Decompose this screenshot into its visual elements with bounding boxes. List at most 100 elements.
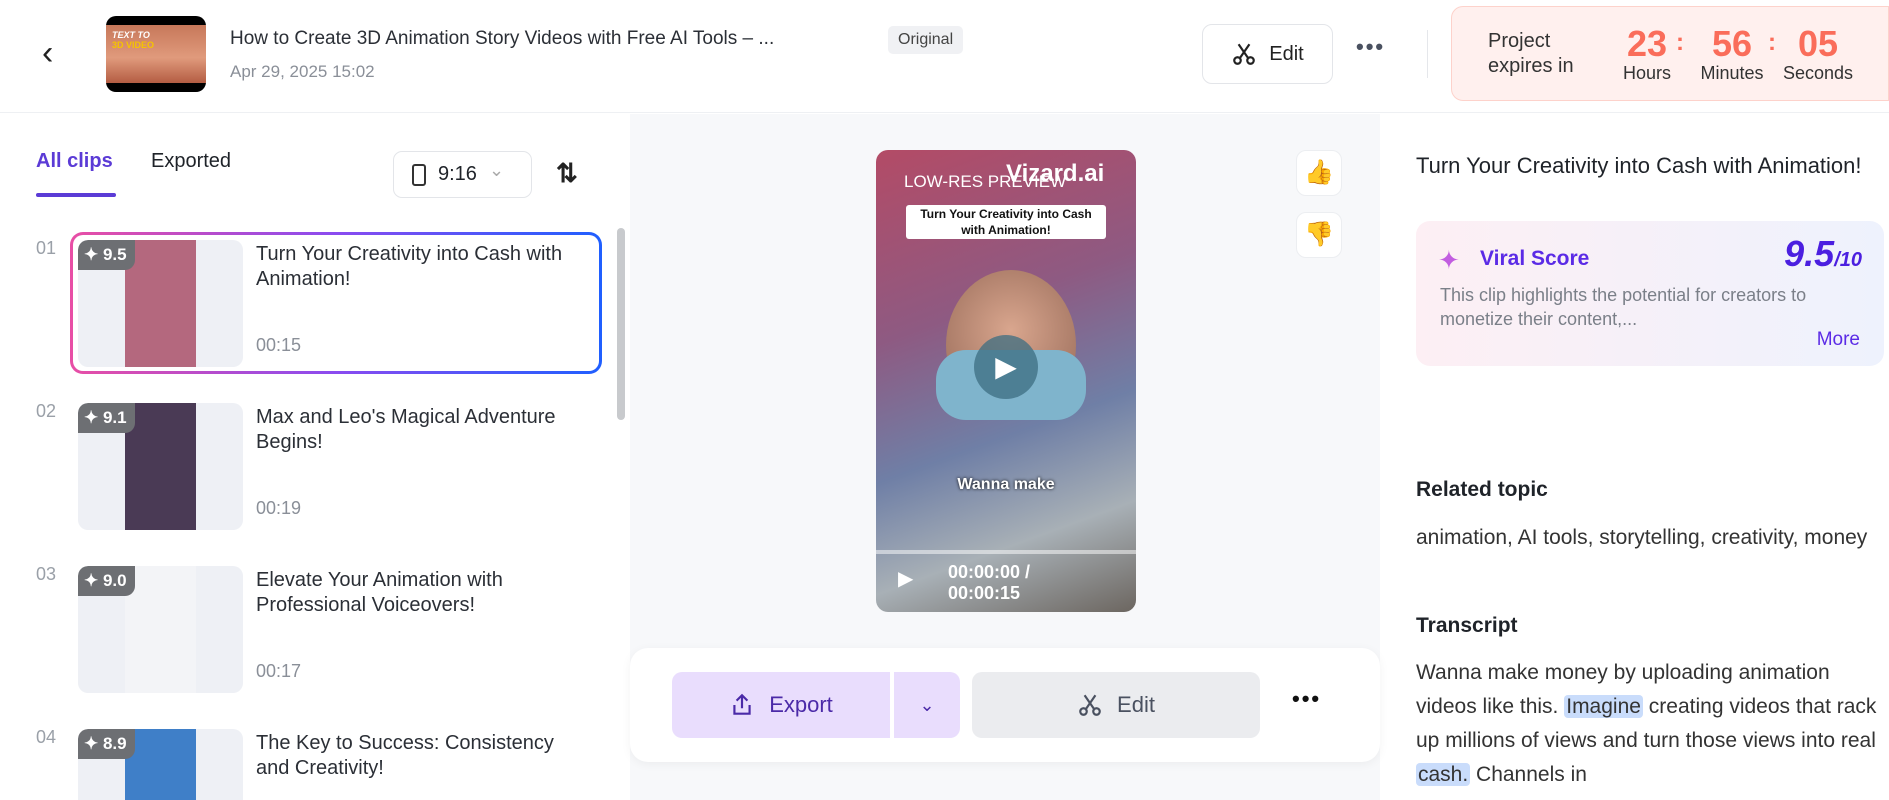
phone-icon xyxy=(412,163,426,186)
back-button[interactable]: ‹ xyxy=(42,36,72,72)
clip-thumbnail: ✦ 8.9 xyxy=(78,729,243,800)
minutes-value: 56 xyxy=(1711,23,1753,64)
hours-value: 23 xyxy=(1626,23,1668,64)
scrollbar[interactable] xyxy=(617,228,625,420)
clip-image xyxy=(125,403,196,530)
score-max: /10 xyxy=(1834,249,1862,271)
transcript-text: Wanna make money by uploading animation … xyxy=(1416,656,1881,792)
seconds-label: Seconds xyxy=(1782,63,1854,83)
original-badge: Original xyxy=(888,26,964,54)
play-icon[interactable]: ▶ xyxy=(974,335,1038,399)
watermark: Vizard.ai xyxy=(1006,160,1105,187)
clip-item[interactable]: 01 ✦ 9.5 Turn Your Creativity into Cash … xyxy=(0,232,620,382)
clip-title: Turn Your Creativity into Cash with Anim… xyxy=(1416,153,1862,178)
transcript-heading: Transcript xyxy=(1416,614,1518,637)
scissors-icon xyxy=(1233,43,1256,65)
clip-number: 02 xyxy=(36,401,57,421)
clip-image xyxy=(125,729,196,800)
ratio-value: 9:16 xyxy=(438,163,477,185)
scissors-icon xyxy=(1079,694,1101,716)
project-title: How to Create 3D Animation Story Videos … xyxy=(230,28,775,49)
export-label: Export xyxy=(769,692,833,717)
clip-score-badge: ✦ 9.0 xyxy=(78,566,135,596)
clip-score-badge: ✦ 9.1 xyxy=(78,403,135,433)
transcript-highlight[interactable]: cash. xyxy=(1416,763,1471,786)
share-icon xyxy=(733,693,751,715)
clip-score: 9.0 xyxy=(102,571,127,590)
transcript-segment: Channels in xyxy=(1470,763,1587,786)
clip-duration: 00:15 xyxy=(256,335,302,355)
thumb-text: TEXT TO xyxy=(112,30,150,40)
chevron-down-icon: ⌄ xyxy=(919,695,935,715)
video-player[interactable]: LOW-RES PREVIEW Vizard.ai Turn Your Crea… xyxy=(876,150,1136,612)
clip-image xyxy=(125,240,196,367)
current-time: 00:00:00 / xyxy=(948,562,1031,582)
export-button[interactable]: Export xyxy=(672,672,890,738)
related-topics: animation, AI tools, storytelling, creat… xyxy=(1416,526,1868,549)
sparkle-icon: ✦ xyxy=(1438,245,1460,275)
clip-image xyxy=(125,566,196,693)
clip-title: Max and Leo's Magical Adventure Begins! xyxy=(256,406,556,453)
clip-duration: 00:17 xyxy=(256,661,302,681)
edit-button[interactable]: Edit xyxy=(1202,24,1333,84)
more-options-button[interactable]: ••• xyxy=(1356,34,1385,60)
export-dropdown-button[interactable]: ⌄ xyxy=(894,672,960,738)
expire-label: Project expires in xyxy=(1488,30,1574,77)
video-time: 00:00:00 /00:00:15 xyxy=(948,562,1030,604)
play-button[interactable]: ▶ xyxy=(898,566,913,591)
clip-thumbnail: ✦ 9.5 xyxy=(78,240,243,367)
more-link[interactable]: More xyxy=(1817,329,1860,351)
aspect-ratio-select[interactable]: 9:16 ⌄ xyxy=(393,151,532,198)
clip-score: 9.1 xyxy=(102,408,127,427)
clip-item[interactable]: 02 ✦ 9.1 Max and Leo's Magical Adventure… xyxy=(0,395,620,545)
clip-thumbnail: ✦ 9.1 xyxy=(78,403,243,530)
tab-all-clips[interactable]: All clips xyxy=(36,150,113,173)
edit-label: Edit xyxy=(1117,692,1155,717)
clip-score: 9.5 xyxy=(102,245,127,264)
clip-thumbnail: ✦ 9.0 xyxy=(78,566,243,693)
score: 9.5 xyxy=(1784,233,1835,274)
viral-score-card: ✦ Viral Score 9.5/10 This clip highlight… xyxy=(1416,221,1884,366)
related-topic-heading: Related topic xyxy=(1416,478,1548,501)
project-date: Apr 29, 2025 15:02 xyxy=(230,62,375,81)
progress-bar[interactable] xyxy=(876,550,1136,554)
seconds-value: 05 xyxy=(1797,23,1839,64)
header: ‹ TEXT TO 3D VIDEO How to Create 3D Anima… xyxy=(0,0,1889,113)
clip-score: 8.9 xyxy=(102,734,127,753)
sort-icon[interactable]: ⇅ xyxy=(556,158,578,189)
thumbs-down-button[interactable]: 👎 xyxy=(1296,212,1342,258)
thumb-text: 3D VIDEO xyxy=(112,40,155,50)
chevron-left-icon: ‹ xyxy=(42,34,54,72)
preview-panel: LOW-RES PREVIEW Vizard.ai Turn Your Crea… xyxy=(630,114,1380,800)
clip-score-badge: ✦ 8.9 xyxy=(78,729,135,759)
clip-title: Turn Your Creativity into Cash with Anim… xyxy=(256,243,563,290)
clip-item[interactable]: 04 ✦ 8.9 The Key to Success: Consistency… xyxy=(0,721,620,800)
project-thumbnail: TEXT TO 3D VIDEO xyxy=(106,16,206,92)
viral-score-description: This clip highlights the potential for c… xyxy=(1440,285,1807,329)
video-caption: Turn Your Creativity into Cash with Anim… xyxy=(906,205,1106,239)
clip-title: The Key to Success: Consistency and Crea… xyxy=(256,732,554,779)
clip-duration: 00:19 xyxy=(256,498,302,518)
edit-label: Edit xyxy=(1269,42,1304,65)
divider xyxy=(1427,30,1428,78)
clip-item[interactable]: 03 ✦ 9.0 Elevate Your Animation with Pro… xyxy=(0,558,620,708)
chevron-down-icon: ⌄ xyxy=(488,160,505,180)
viral-score-value: 9.5/10 xyxy=(1784,233,1862,275)
video-subtitle: Wanna make xyxy=(957,476,1055,493)
action-bar: Export ⌄ Edit ••• xyxy=(630,648,1380,762)
transcript-highlight[interactable]: Imagine xyxy=(1564,695,1643,718)
tab-exported[interactable]: Exported xyxy=(151,150,231,173)
thumbs-up-button[interactable]: 👍 xyxy=(1296,150,1342,196)
clip-title: Elevate Your Animation with Professional… xyxy=(256,569,503,616)
colon: : xyxy=(1676,29,1684,56)
more-options-button[interactable]: ••• xyxy=(1292,686,1321,712)
minutes-label: Minutes xyxy=(1700,63,1764,83)
clip-score-badge: ✦ 9.5 xyxy=(78,240,135,270)
clip-number: 01 xyxy=(36,238,57,258)
edit-clip-button[interactable]: Edit xyxy=(972,672,1260,738)
expiry-countdown: Project expires in 23 Hours : 56 Minutes… xyxy=(1451,6,1889,101)
colon: : xyxy=(1768,29,1776,56)
total-duration: 00:00:15 xyxy=(948,583,1021,603)
clip-number: 03 xyxy=(36,564,57,584)
clip-number: 04 xyxy=(36,727,57,747)
